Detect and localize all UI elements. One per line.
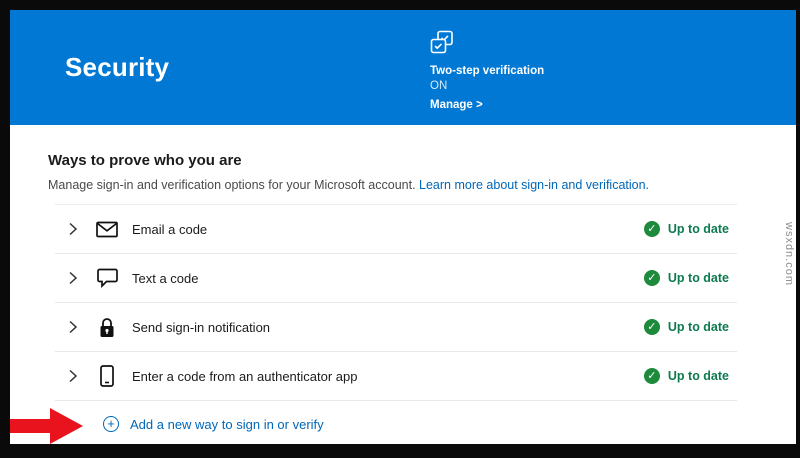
subtext: Manage sign-in and verification options … xyxy=(48,178,420,192)
row-email-a-code[interactable]: Email a code ✓ Up to date xyxy=(55,205,737,254)
two-step-title: Two-step verification xyxy=(430,65,545,77)
account-security-page: Security Two-step verification ON Manage… xyxy=(10,10,796,444)
red-arrow-annotation xyxy=(10,408,83,444)
lock-icon xyxy=(95,317,119,338)
status-badge: ✓ Up to date xyxy=(643,221,737,237)
check-circle-icon: ✓ xyxy=(643,368,660,384)
chevron-right-icon[interactable] xyxy=(68,320,78,334)
watermark: wsxdn.com xyxy=(783,222,795,287)
chevron-right-icon[interactable] xyxy=(68,369,78,383)
security-header: Security Two-step verification ON Manage… xyxy=(10,10,796,125)
page-title: Security xyxy=(65,52,170,82)
main-content: Ways to prove who you are Manage sign-in… xyxy=(10,152,796,444)
chevron-right-icon[interactable] xyxy=(68,222,78,236)
two-step-manage-link[interactable]: Manage > xyxy=(430,98,483,112)
sign-in-methods-list: Email a code ✓ Up to date Text a code ✓ … xyxy=(55,204,737,401)
phone-icon xyxy=(95,365,119,387)
two-step-verification-summary: Two-step verification ON Manage > xyxy=(430,30,544,114)
learn-more-link[interactable]: Learn more about sign-in and verificatio… xyxy=(419,178,649,192)
add-sign-in-method-link[interactable]: Add a new way to sign in or verify xyxy=(130,417,324,432)
check-circle-icon: ✓ xyxy=(643,319,660,335)
status-label: Up to date xyxy=(667,320,729,334)
row-authenticator-app-code[interactable]: Enter a code from an authenticator app ✓… xyxy=(55,352,737,401)
envelope-icon xyxy=(95,221,119,238)
status-badge: ✓ Up to date xyxy=(643,270,737,286)
plus-circle-icon: + xyxy=(103,416,119,432)
method-label: Enter a code from an authenticator app xyxy=(132,368,358,384)
method-label: Send sign-in notification xyxy=(132,319,271,335)
chevron-right-icon[interactable] xyxy=(68,271,78,285)
status-badge: ✓ Up to date xyxy=(643,319,737,335)
chat-icon xyxy=(95,268,119,288)
section-subtext: Manage sign-in and verification options … xyxy=(48,178,796,192)
add-sign-in-method[interactable]: + Add a new way to sign in or verify xyxy=(55,401,737,444)
status-label: Up to date xyxy=(667,222,729,236)
check-circle-icon: ✓ xyxy=(643,221,660,237)
two-step-status: ON xyxy=(430,80,448,93)
row-send-sign-in-notification[interactable]: Send sign-in notification ✓ Up to date xyxy=(55,303,737,352)
two-step-verification-icon xyxy=(430,30,544,60)
check-circle-icon: ✓ xyxy=(643,270,660,286)
status-badge: ✓ Up to date xyxy=(643,368,737,384)
status-label: Up to date xyxy=(667,369,729,383)
method-label: Email a code xyxy=(132,221,208,237)
row-text-a-code[interactable]: Text a code ✓ Up to date xyxy=(55,254,737,303)
section-heading: Ways to prove who you are xyxy=(48,152,242,169)
method-label: Text a code xyxy=(132,270,199,286)
status-label: Up to date xyxy=(667,271,729,285)
